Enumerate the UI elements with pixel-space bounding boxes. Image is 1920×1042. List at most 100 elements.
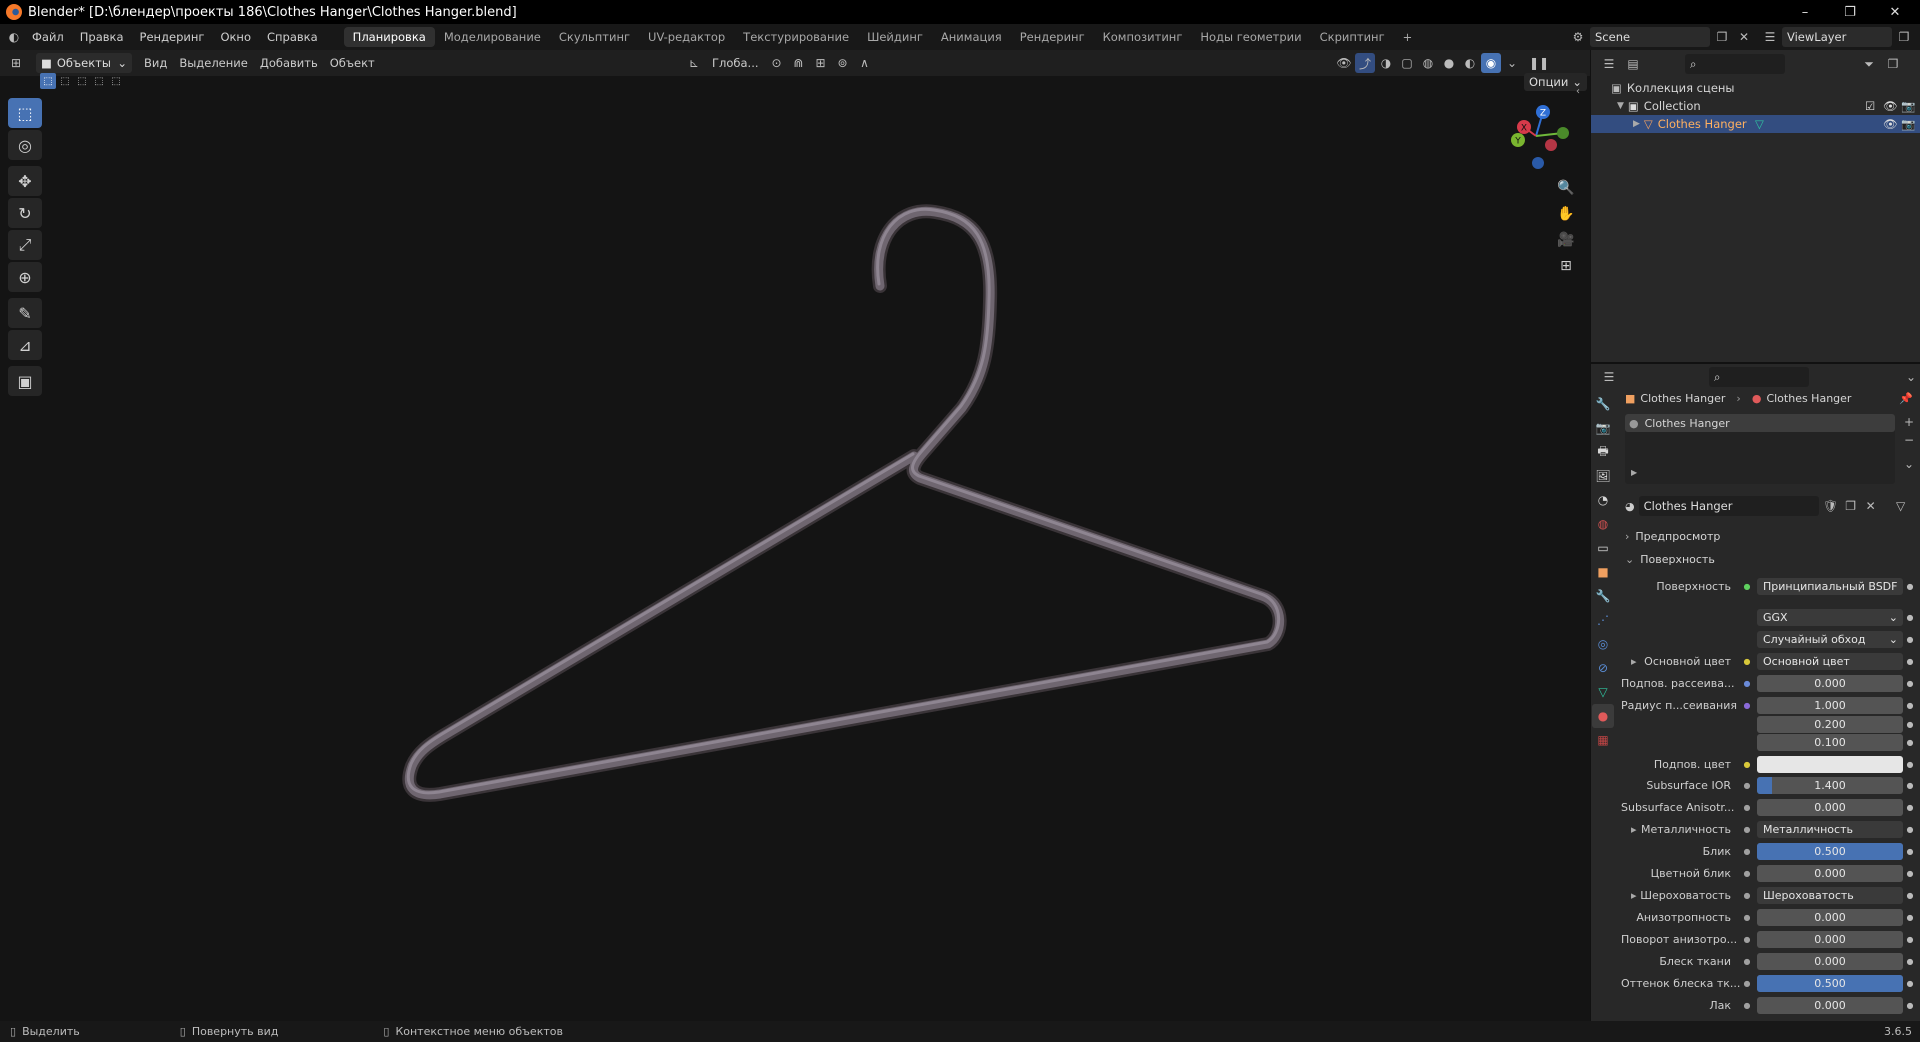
outliner-editor-type-icon[interactable]: ☰ — [1599, 54, 1619, 74]
keyframe-dot-icon[interactable]: ● — [1903, 760, 1917, 769]
keyframe-dot-icon[interactable]: ● — [1903, 803, 1917, 812]
rotate-tool[interactable]: ↻ — [8, 198, 42, 228]
remove-slot-icon[interactable]: − — [1901, 432, 1917, 448]
collection-tab-icon[interactable]: ▭ — [1592, 536, 1614, 560]
close-button[interactable]: ✕ — [1875, 0, 1915, 24]
keyframe-dot-icon[interactable]: ● — [1903, 738, 1917, 747]
material-browse-icon[interactable]: ◕ — [1625, 500, 1635, 513]
transform-orientation-dropdown[interactable]: Глоба... — [706, 53, 765, 73]
fake-user-icon[interactable]: 🛡 — [1823, 496, 1839, 516]
gizmo-toggle-icon[interactable]: ⤴ — [1355, 53, 1375, 73]
duplicate-material-icon[interactable]: ❐ — [1843, 496, 1859, 516]
socket-icon[interactable]: ● — [1741, 679, 1753, 688]
expand-arrow-icon[interactable]: ▶ — [1631, 468, 1637, 477]
expand-arrow-icon[interactable]: ▸ — [1631, 889, 1637, 902]
outliner-collection[interactable]: ▼ ▣ Collection ☑ 👁 📷 — [1591, 97, 1920, 115]
navigation-gizmo[interactable]: Z X Y — [1506, 100, 1576, 172]
mode-selector[interactable]: ■ Объекты ⌄ — [36, 53, 132, 73]
color-swatch[interactable] — [1757, 755, 1903, 773]
tab-shading[interactable]: Шейдинг — [858, 27, 932, 47]
filter-icon[interactable]: ⏷ — [1859, 54, 1879, 74]
view-layer-selector[interactable]: ViewLayer — [1782, 27, 1892, 47]
camera-view-icon[interactable]: 🎥 — [1552, 228, 1580, 252]
eye-icon[interactable]: 👁 — [1883, 117, 1898, 131]
value-slider[interactable]: 0.100 — [1757, 733, 1903, 751]
xray-toggle-icon[interactable]: ▢ — [1397, 53, 1417, 73]
value-slider[interactable]: 1.000 — [1757, 696, 1903, 714]
snap-target-icon[interactable]: ⊞ — [811, 53, 831, 73]
display-mode-icon[interactable]: ▤ — [1623, 54, 1643, 74]
linked-input-field[interactable]: Принципиальный BSDF — [1757, 577, 1903, 595]
ortho-toggle-icon[interactable]: ⊞ — [1552, 254, 1580, 278]
socket-icon[interactable]: ● — [1741, 582, 1753, 591]
expand-arrow-icon[interactable]: ▸ — [1631, 655, 1637, 668]
modifier-tab-icon[interactable]: 🔧 — [1592, 584, 1614, 608]
snap-icon[interactable]: ⋒ — [789, 53, 809, 73]
panel-preview[interactable]: › Предпросмотр — [1625, 530, 1720, 543]
data-tab-icon[interactable]: ▽ — [1592, 680, 1614, 704]
output-tab-icon[interactable]: 🖶 — [1592, 440, 1614, 464]
socket-icon[interactable]: ● — [1741, 891, 1753, 900]
eye-icon[interactable]: 👁 — [1883, 99, 1898, 113]
menu-file[interactable]: Файл — [24, 30, 72, 44]
keyframe-dot-icon[interactable]: ● — [1903, 847, 1917, 856]
measure-tool[interactable]: ⊿ — [8, 330, 42, 360]
socket-icon[interactable]: ● — [1741, 1001, 1753, 1010]
keyframe-dot-icon[interactable]: ● — [1903, 891, 1917, 900]
outliner-scene-collection[interactable]: ▣ Коллекция сцены — [1591, 79, 1920, 97]
keyframe-dot-icon[interactable]: ● — [1903, 957, 1917, 966]
socket-icon[interactable]: ● — [1741, 803, 1753, 812]
value-slider[interactable]: 0.000 — [1757, 996, 1903, 1014]
socket-icon[interactable]: ● — [1741, 657, 1753, 666]
new-scene-icon[interactable]: ❐ — [1712, 27, 1732, 47]
tab-layout[interactable]: Планировка — [343, 27, 435, 47]
scene-tab-icon[interactable]: ◔ — [1592, 488, 1614, 512]
material-tab-icon[interactable]: ● — [1592, 704, 1614, 728]
cursor-tool[interactable]: ◎ — [8, 130, 42, 160]
socket-icon[interactable]: ● — [1741, 760, 1753, 769]
socket-icon[interactable]: ● — [1741, 825, 1753, 834]
value-slider[interactable]: 0.500 — [1757, 974, 1903, 992]
menu-object[interactable]: Объект — [324, 53, 381, 73]
menu-select[interactable]: Выделение — [173, 53, 254, 73]
keyframe-dot-icon[interactable]: ● — [1903, 869, 1917, 878]
value-slider[interactable]: 0.000 — [1757, 864, 1903, 882]
socket-icon[interactable]: ● — [1741, 913, 1753, 922]
object-tab-icon[interactable]: ■ — [1592, 560, 1614, 584]
socket-icon[interactable]: ● — [1741, 701, 1753, 710]
add-workspace-button[interactable]: + — [1394, 27, 1422, 47]
delete-scene-icon[interactable]: ✕ — [1734, 27, 1754, 47]
tab-animation[interactable]: Анимация — [932, 27, 1011, 47]
transform-tool[interactable]: ⊕ — [8, 262, 42, 292]
menu-render[interactable]: Рендеринг — [132, 30, 213, 44]
socket-icon[interactable]: ● — [1741, 935, 1753, 944]
exclude-checkbox-icon[interactable]: ☑ — [1865, 99, 1875, 113]
camera-icon[interactable]: 📷 — [1901, 117, 1915, 131]
falloff-icon[interactable]: ∧ — [855, 53, 875, 73]
keyframe-dot-icon[interactable]: ● — [1903, 720, 1917, 729]
panel-surface[interactable]: ⌄ Поверхность — [1625, 553, 1715, 566]
tab-texture-paint[interactable]: Текстурирование — [734, 27, 858, 47]
pivot-point-icon[interactable]: ⊙ — [767, 53, 787, 73]
socket-icon[interactable]: ● — [1741, 957, 1753, 966]
select-box-tool[interactable]: ⬚ — [8, 98, 42, 128]
keyframe-dot-icon[interactable]: ● — [1903, 582, 1917, 591]
socket-icon[interactable]: ● — [1741, 869, 1753, 878]
value-slider[interactable]: 0.000 — [1757, 674, 1903, 692]
value-slider[interactable]: 0.000 — [1757, 908, 1903, 926]
keyframe-dot-icon[interactable]: ● — [1903, 913, 1917, 922]
view-layer-tab-icon[interactable]: 🖼 — [1592, 464, 1614, 488]
value-slider[interactable]: 1.400 — [1757, 776, 1903, 794]
new-collection-icon[interactable]: ❐ — [1883, 54, 1903, 74]
render-tab-icon[interactable]: 📷 — [1592, 416, 1614, 440]
zoom-view-icon[interactable]: 🔍 — [1552, 176, 1580, 200]
visibility-icon[interactable]: 👁 — [1334, 53, 1354, 73]
overlay-toggle-icon[interactable]: ◑ — [1376, 53, 1396, 73]
keyframe-dot-icon[interactable]: ● — [1903, 781, 1917, 790]
rendered-shading-icon[interactable]: ◉ — [1481, 53, 1501, 73]
keyframe-dot-icon[interactable]: ● — [1903, 657, 1917, 666]
value-slider[interactable]: 0.000 — [1757, 952, 1903, 970]
move-tool[interactable]: ✥ — [8, 166, 42, 196]
linked-input-field[interactable]: Шероховатость — [1757, 886, 1903, 904]
keyframe-dot-icon[interactable]: ● — [1903, 701, 1917, 710]
